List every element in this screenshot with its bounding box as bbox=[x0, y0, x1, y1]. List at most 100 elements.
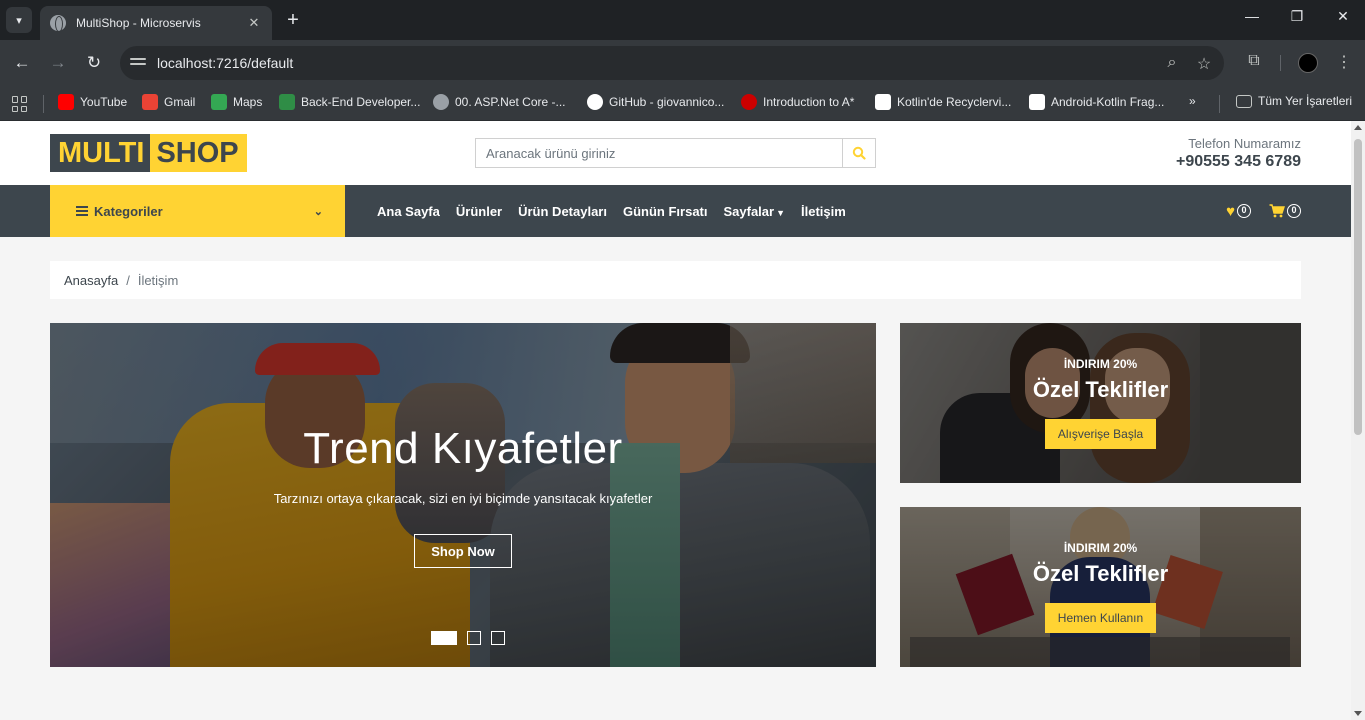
hero-content: Trend Kıyafetler Tarzınızı ortaya çıkara… bbox=[50, 323, 876, 667]
cart-count: 0 bbox=[1287, 204, 1301, 218]
hero-title: Trend Kıyafetler bbox=[303, 424, 623, 473]
chevron-double-right-icon: » bbox=[1189, 94, 1196, 108]
nav-link-products[interactable]: Ürünler bbox=[456, 204, 502, 219]
search-input[interactable] bbox=[476, 139, 842, 167]
offer-1-title: Özel Teklifler bbox=[1032, 377, 1169, 402]
breadcrumb-current: İletişim bbox=[137, 272, 179, 288]
bookmark-star-icon[interactable]: ☆ bbox=[1194, 54, 1214, 74]
offer-1-overlay bbox=[900, 323, 1301, 483]
wishlist-button[interactable]: ♥ 0 bbox=[1226, 203, 1251, 220]
folder-icon bbox=[1236, 94, 1252, 108]
shop-now-button[interactable]: Shop Now bbox=[414, 534, 512, 568]
globe-icon bbox=[50, 15, 66, 32]
profile-avatar[interactable] bbox=[1298, 53, 1318, 73]
offer-2-discount: İNDIRIM 20% bbox=[1063, 541, 1138, 555]
bookmark-github[interactable]: GitHub - giovannico... bbox=[587, 94, 724, 110]
bookmark-astar[interactable]: Introduction to A* bbox=[741, 94, 854, 110]
medium-icon bbox=[875, 94, 891, 110]
chevron-down-icon: ⌄ bbox=[313, 205, 323, 218]
maximize-button[interactable]: ❐ bbox=[1287, 8, 1307, 25]
zoom-icon[interactable]: ⌕ bbox=[1162, 54, 1182, 72]
breadcrumb-home-link[interactable]: Anasayfa bbox=[64, 273, 118, 288]
offer-1-button[interactable]: Alışverişe Başla bbox=[1045, 419, 1156, 449]
apps-grid-icon[interactable] bbox=[12, 96, 28, 112]
nav-link-pages-label: Sayfalar bbox=[723, 203, 775, 219]
scroll-down-arrow-icon[interactable] bbox=[1354, 711, 1362, 716]
back-button[interactable]: ← bbox=[11, 52, 33, 74]
all-bookmarks-label: Tüm Yer İşaretleri bbox=[1258, 94, 1353, 108]
web-page: MULTI SHOP Telefon Numaramız +90555 345 … bbox=[0, 121, 1351, 720]
offer-2-overlay bbox=[900, 507, 1301, 667]
new-tab-button[interactable]: + bbox=[283, 9, 303, 31]
nav-link-deal-of-day[interactable]: Günün Fırsatı bbox=[623, 204, 708, 219]
hero-subtitle: Tarzınızı ortaya çıkaracak, sizi en iyi … bbox=[273, 491, 653, 506]
scroll-up-arrow-icon[interactable] bbox=[1354, 125, 1362, 130]
bookmark-android-kotlin[interactable]: Android-Kotlin Frag... bbox=[1029, 94, 1164, 110]
browser-tab-strip: ▾ MultiShop - Microservis ✕ + — ❐ ✕ bbox=[0, 0, 1365, 40]
offer-card-2: İNDIRIM 20% Özel Teklifler Hemen Kullanı… bbox=[900, 507, 1301, 667]
bookmark-label: Maps bbox=[233, 95, 263, 109]
offer-1-discount: İNDIRIM 20% bbox=[1063, 357, 1138, 371]
nav-link-home[interactable]: Ana Sayfa bbox=[377, 204, 440, 219]
bookmark-label: 00. ASP.Net Core -... bbox=[455, 95, 566, 109]
carousel-indicator-3[interactable] bbox=[491, 631, 505, 645]
bug-icon bbox=[741, 94, 757, 110]
bookmark-label: Kotlin'de Recyclervi... bbox=[897, 95, 1012, 109]
forward-button[interactable]: → bbox=[47, 52, 69, 74]
bookmark-label: Introduction to A* bbox=[763, 95, 855, 109]
search-icon bbox=[852, 146, 866, 160]
tab-title: MultiShop - Microservis bbox=[76, 16, 201, 30]
carousel-indicators bbox=[431, 631, 515, 645]
bookmark-gmail[interactable]: Gmail bbox=[142, 94, 195, 110]
phone-number: +90555 345 6789 bbox=[1175, 153, 1301, 170]
address-bar[interactable]: localhost:7216/default ⌕ ☆ bbox=[120, 46, 1224, 80]
menu-kebab-icon[interactable]: ⋮ bbox=[1333, 52, 1355, 72]
carousel-indicator-1[interactable] bbox=[431, 631, 457, 645]
tab-search-button[interactable]: ▾ bbox=[6, 7, 32, 33]
url-text[interactable]: localhost:7216/default bbox=[157, 55, 293, 71]
bookmark-youtube[interactable]: YouTube bbox=[58, 94, 127, 110]
hamburger-icon bbox=[76, 204, 88, 218]
offer-2-button[interactable]: Hemen Kullanın bbox=[1045, 603, 1156, 633]
site-settings-icon[interactable] bbox=[130, 55, 146, 71]
main-navbar: Kategoriler ⌄ Ana Sayfa Ürünler Ürün Det… bbox=[0, 185, 1351, 237]
chevron-down-icon: ▼ bbox=[776, 207, 785, 218]
medium-icon bbox=[1029, 94, 1045, 110]
page-scrollbar[interactable] bbox=[1351, 121, 1365, 720]
bookmark-kotlin-recyclerview[interactable]: Kotlin'de Recyclervi... bbox=[875, 94, 1011, 110]
nav-link-contact[interactable]: İletişim bbox=[801, 204, 846, 219]
youtube-icon bbox=[58, 94, 74, 110]
all-bookmarks-folder[interactable]: Tüm Yer İşaretleri bbox=[1236, 94, 1352, 108]
nav-links: Ana Sayfa Ürünler Ürün Detayları Günün F… bbox=[377, 185, 862, 237]
search-box bbox=[475, 138, 876, 168]
breadcrumb: Anasayfa / İletişim bbox=[50, 261, 1301, 299]
cart-icon bbox=[1269, 204, 1285, 218]
tab-close-icon[interactable]: ✕ bbox=[246, 15, 262, 31]
carousel-indicator-2[interactable] bbox=[467, 631, 481, 645]
window-close-button[interactable]: ✕ bbox=[1333, 8, 1353, 25]
bookmarks-bar: YouTube Gmail Maps Back-End Developer...… bbox=[0, 86, 1365, 121]
nav-link-product-details[interactable]: Ürün Detayları bbox=[518, 204, 607, 219]
logo-part-multi: MULTI bbox=[50, 134, 151, 172]
maps-icon bbox=[211, 94, 227, 110]
bookmark-aspnet[interactable]: 00. ASP.Net Core -... bbox=[433, 94, 566, 110]
reload-button[interactable]: ↻ bbox=[83, 52, 105, 74]
nav-link-pages-dropdown[interactable]: Sayfalar ▼ bbox=[723, 204, 785, 219]
categories-label: Kategoriler bbox=[94, 203, 163, 219]
wishlist-count: 0 bbox=[1237, 204, 1251, 218]
more-bookmarks-chevron-icon[interactable]: » bbox=[1189, 94, 1196, 108]
minimize-button[interactable]: — bbox=[1242, 8, 1262, 24]
cart-button[interactable]: 0 bbox=[1269, 204, 1301, 218]
browser-tab[interactable]: MultiShop - Microservis ✕ bbox=[40, 6, 272, 40]
browser-toolbar: ← → ↻ localhost:7216/default ⌕ ☆ ⧉ ⋮ bbox=[0, 40, 1365, 86]
scrollbar-thumb[interactable] bbox=[1354, 139, 1362, 435]
categories-dropdown-button[interactable]: Kategoriler ⌄ bbox=[50, 185, 345, 237]
site-logo[interactable]: MULTI SHOP bbox=[50, 134, 247, 172]
bookmark-maps[interactable]: Maps bbox=[211, 94, 262, 110]
bookmark-geeksforgeeks[interactable]: Back-End Developer... bbox=[279, 94, 420, 110]
bookmark-label: Back-End Developer... bbox=[301, 95, 421, 109]
github-icon bbox=[587, 94, 603, 110]
search-button[interactable] bbox=[842, 139, 875, 167]
bookmark-label: Android-Kotlin Frag... bbox=[1051, 95, 1165, 109]
extensions-icon[interactable]: ⧉ bbox=[1243, 52, 1265, 70]
